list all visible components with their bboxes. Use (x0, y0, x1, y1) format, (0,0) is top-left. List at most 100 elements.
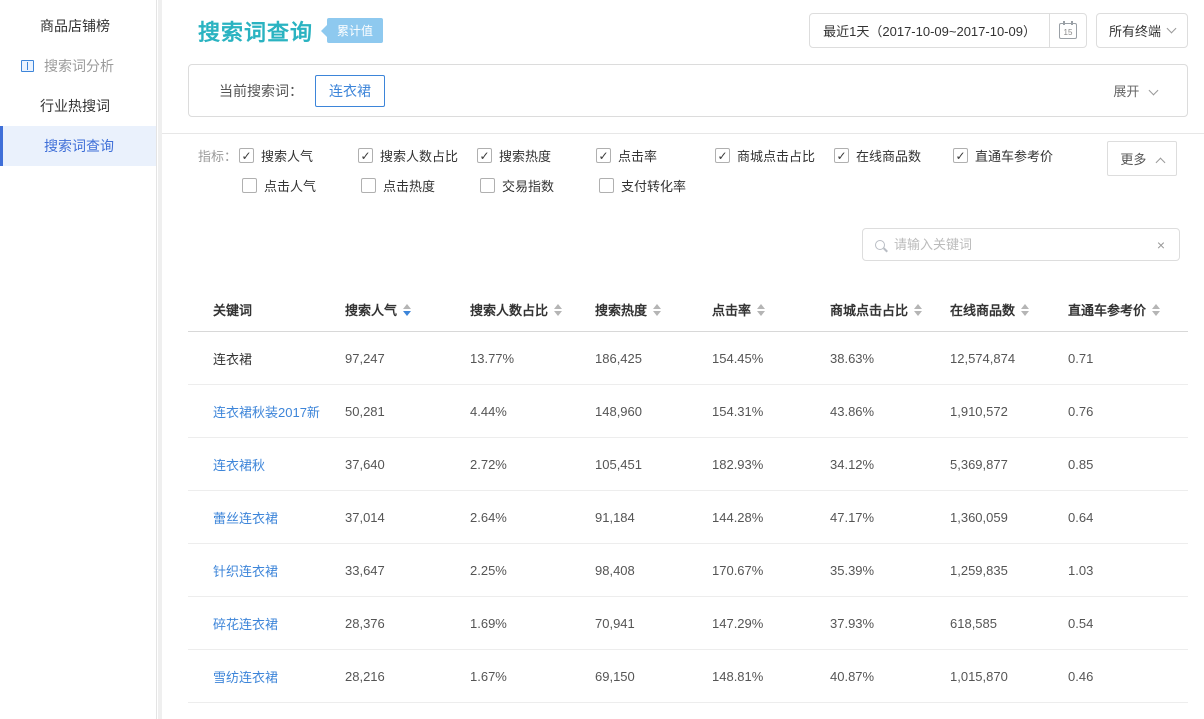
indicator-checkbox-item[interactable]: 搜索热度 (477, 146, 596, 165)
keyword-link[interactable]: 连衣裙秋 (213, 458, 265, 473)
cell-search-heat: 105,451 (570, 457, 687, 472)
cell-search-heat: 69,150 (570, 669, 687, 684)
table-row[interactable]: 针织连衣裙 33,647 2.25% 98,408 170.67% 35.39%… (188, 544, 1188, 597)
column-label: 搜索人气 (345, 300, 397, 319)
checkbox-icon[interactable] (358, 148, 373, 163)
chevron-up-icon (1156, 158, 1166, 168)
table-column-header[interactable]: 搜索热度 (570, 300, 687, 319)
table-column-header[interactable]: 在线商品数 (925, 300, 1043, 319)
date-range-picker[interactable]: 最近1天（2017-10-09~2017-10-09） 15 (809, 13, 1087, 48)
indicator-checkbox-item[interactable]: 直通车参考价 (953, 146, 1072, 165)
table-row[interactable]: 碎花连衣裙 28,376 1.69% 70,941 147.29% 37.93%… (188, 597, 1188, 650)
current-search-card: 当前搜索词： 连衣裙 展开 (188, 64, 1188, 117)
checkbox-icon[interactable] (715, 148, 730, 163)
cell-searcher-ratio: 13.77% (445, 351, 570, 366)
sort-icon[interactable] (914, 304, 922, 316)
cell-search-popularity: 37,014 (320, 510, 445, 525)
table-column-header[interactable]: 直通车参考价 (1043, 300, 1183, 319)
sort-icon[interactable] (1021, 304, 1029, 316)
table-row[interactable]: 连衣裙 97,247 13.77% 186,425 154.45% 38.63%… (188, 332, 1188, 385)
keyword-link[interactable]: 连衣裙 (213, 352, 252, 367)
checkbox-icon[interactable] (361, 178, 376, 193)
keyword-search-box[interactable]: × (862, 228, 1180, 261)
cell-ztc-reference-price: 0.54 (1043, 616, 1183, 631)
checkbox-icon[interactable] (477, 148, 492, 163)
checkbox-icon[interactable] (599, 178, 614, 193)
checkbox-icon[interactable] (953, 148, 968, 163)
keyword-link[interactable]: 蕾丝连衣裙 (213, 511, 278, 526)
indicator-checkbox-item[interactable]: 搜索人气 (239, 146, 358, 165)
indicator-checkbox-item[interactable]: 点击热度 (361, 176, 480, 195)
checkbox-icon[interactable] (596, 148, 611, 163)
header-controls: 最近1天（2017-10-09~2017-10-09） 15 所有终端 (809, 13, 1188, 48)
indicator-checkbox-item[interactable]: 商城点击占比 (715, 146, 834, 165)
table-column-header[interactable]: 搜索人数占比 (445, 300, 570, 319)
table-column-header[interactable]: 关键词 (188, 300, 320, 319)
checkbox-icon[interactable] (239, 148, 254, 163)
table-column-header[interactable]: 商城点击占比 (805, 300, 925, 319)
cumulative-badge: 累计值 (327, 18, 383, 43)
indicator-checkbox-item[interactable]: 支付转化率 (599, 176, 718, 195)
table-row[interactable]: 蕾丝连衣裙 37,014 2.64% 91,184 144.28% 47.17%… (188, 491, 1188, 544)
sort-icon[interactable] (403, 304, 411, 316)
indicator-checkbox-item[interactable]: 搜索人数占比 (358, 146, 477, 165)
sidebar-item[interactable]: 搜索词查询 (0, 126, 156, 166)
sort-down-arrow-icon (653, 311, 661, 316)
column-label: 点击率 (712, 300, 751, 319)
cell-ztc-reference-price: 0.85 (1043, 457, 1183, 472)
indicators-checkbox-row-1: 搜索人气 搜索人数占比 搜索热度 (239, 146, 1072, 165)
sidebar-item[interactable]: 搜索词分析 (0, 46, 156, 86)
indicators-checkbox-row-2: 点击人气 点击热度 交易指数 (242, 176, 718, 195)
current-search-word-chip[interactable]: 连衣裙 (315, 75, 385, 107)
table-row[interactable]: 连衣裙秋装2017新款女 50,281 4.44% 148,960 154.31… (188, 385, 1188, 438)
table-row[interactable]: 连衣裙秋 37,640 2.72% 105,451 182.93% 34.12%… (188, 438, 1188, 491)
checkbox-icon[interactable] (242, 178, 257, 193)
sort-up-arrow-icon (1152, 304, 1160, 309)
sort-icon[interactable] (653, 304, 661, 316)
cell-search-heat: 70,941 (570, 616, 687, 631)
indicator-checkbox-item[interactable]: 点击率 (596, 146, 715, 165)
checkbox-icon[interactable] (480, 178, 495, 193)
table-column-header[interactable]: 搜索人气 (320, 300, 445, 319)
sort-icon[interactable] (757, 304, 765, 316)
top-panel: 搜索词查询 累计值 最近1天（2017-10-09~2017-10-09） 15… (162, 0, 1204, 134)
keyword-link[interactable]: 雪纺连衣裙 (213, 670, 278, 685)
table-body: 连衣裙 97,247 13.77% 186,425 154.45% 38.63%… (188, 332, 1188, 703)
chevron-down-icon (1149, 86, 1159, 96)
cell-search-popularity: 50,281 (320, 404, 445, 419)
sidebar-item[interactable]: 商品店铺榜 (0, 6, 156, 46)
indicator-checkbox-item[interactable]: 交易指数 (480, 176, 599, 195)
table-column-header[interactable]: 点击率 (687, 300, 805, 319)
checkbox-icon[interactable] (834, 148, 849, 163)
cell-searcher-ratio: 4.44% (445, 404, 570, 419)
keyword-link[interactable]: 碎花连衣裙 (213, 617, 278, 632)
cell-online-products: 12,574,874 (925, 351, 1043, 366)
keyword-link[interactable]: 连衣裙秋装2017新款女 (213, 405, 320, 420)
sort-up-arrow-icon (1021, 304, 1029, 309)
search-row: × (162, 228, 1180, 261)
expand-toggle[interactable]: 展开 (1113, 81, 1157, 100)
sort-icon[interactable] (554, 304, 562, 316)
indicator-label: 交易指数 (502, 176, 554, 195)
indicators-section: 指标： 搜索人气 搜索人数占比 (162, 146, 1204, 195)
cell-ztc-reference-price: 0.76 (1043, 404, 1183, 419)
calendar-button[interactable]: 15 (1049, 14, 1086, 47)
sidebar-item-label: 行业热搜词 (40, 98, 110, 114)
sidebar-item[interactable]: 行业热搜词 (0, 86, 156, 126)
terminal-dropdown-label: 所有终端 (1109, 21, 1161, 40)
clear-icon[interactable]: × (1155, 237, 1167, 253)
cell-mall-click-ratio: 37.93% (805, 616, 925, 631)
search-input[interactable] (894, 237, 1155, 252)
column-label: 搜索人数占比 (470, 300, 548, 319)
date-range-label[interactable]: 最近1天（2017-10-09~2017-10-09） (810, 21, 1049, 40)
keyword-link[interactable]: 针织连衣裙 (213, 564, 278, 579)
indicator-checkbox-item[interactable]: 点击人气 (242, 176, 361, 195)
indicators-row-2: 点击人气 点击热度 交易指数 (242, 176, 1204, 195)
sort-down-arrow-icon (1021, 311, 1029, 316)
sort-icon[interactable] (1152, 304, 1160, 316)
more-button[interactable]: 更多 (1107, 141, 1177, 176)
terminal-dropdown[interactable]: 所有终端 (1096, 13, 1188, 48)
table-row[interactable]: 雪纺连衣裙 28,216 1.67% 69,150 148.81% 40.87%… (188, 650, 1188, 703)
indicator-checkbox-item[interactable]: 在线商品数 (834, 146, 953, 165)
sort-down-arrow-icon (914, 311, 922, 316)
